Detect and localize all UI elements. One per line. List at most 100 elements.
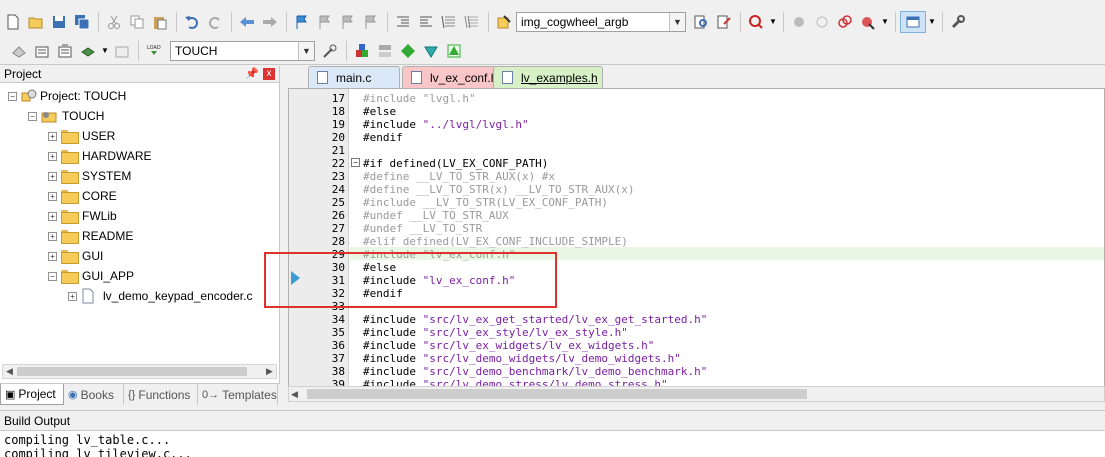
line-number: 22 <box>331 157 345 170</box>
tab-books[interactable]: ◉ Books <box>64 384 124 405</box>
copy-icon[interactable] <box>126 11 148 33</box>
collapse-icon[interactable]: − <box>48 271 57 281</box>
redo-icon[interactable] <box>204 11 226 33</box>
chevron-down-icon[interactable]: ▼ <box>298 41 314 60</box>
download-icon[interactable]: LOAD <box>143 40 165 62</box>
undo-icon[interactable] <box>181 11 203 33</box>
stop-build-icon[interactable] <box>111 40 133 62</box>
project-panel: Project 📌 x − Project: TOUCH − TOUCH + U… <box>0 66 280 407</box>
paste-icon[interactable] <box>149 11 171 33</box>
build-target-combo[interactable]: TOUCH ▼ <box>170 40 315 61</box>
bookmark-next-icon[interactable] <box>337 11 359 33</box>
tree-item-group[interactable]: + GUI <box>48 246 103 266</box>
find-in-files-icon[interactable] <box>493 11 515 33</box>
save-all-icon[interactable] <box>71 11 93 33</box>
project-panel-header: Project 📌 x <box>0 66 279 83</box>
batch-build-icon[interactable] <box>77 40 99 62</box>
rte-icon[interactable] <box>420 40 442 62</box>
tree-label: HARDWARE <box>82 149 152 163</box>
scroll-thumb[interactable] <box>17 367 247 376</box>
tree-item-group[interactable]: − GUI_APP <box>48 266 134 286</box>
expand-icon[interactable]: + <box>48 231 57 241</box>
scroll-thumb[interactable] <box>307 389 807 399</box>
save-icon[interactable] <box>48 11 70 33</box>
folder-icon <box>61 150 79 164</box>
expand-icon[interactable]: + <box>48 191 57 201</box>
nav-back-icon[interactable] <box>236 11 258 33</box>
open-folder-icon[interactable] <box>25 11 47 33</box>
build-output-console[interactable]: compiling lv_table.c... compiling lv_til… <box>0 430 1105 457</box>
expand-icon[interactable]: + <box>48 151 57 161</box>
bookmark-icon[interactable] <box>291 11 313 33</box>
chevron-down-icon[interactable]: ▼ <box>669 12 685 31</box>
find-icon[interactable] <box>690 11 712 33</box>
scroll-left-icon[interactable]: ◀ <box>3 365 16 378</box>
batch-dropdown-icon[interactable]: ▼ <box>100 40 110 62</box>
tab-lv-examples-h[interactable]: lv_examples.h <box>493 66 603 88</box>
breakpoint-icon[interactable] <box>788 11 810 33</box>
scroll-right-icon[interactable]: ▶ <box>263 365 276 378</box>
editor-horizontal-scrollbar[interactable]: ◀ <box>288 386 1105 402</box>
tree-item-group[interactable]: + USER <box>48 126 115 146</box>
breakpoint-options-icon[interactable] <box>857 11 879 33</box>
translate-icon[interactable] <box>8 40 30 62</box>
breakpoint-dropdown-icon[interactable]: ▼ <box>880 11 890 33</box>
build-target-value: TOUCH <box>175 43 218 58</box>
collapse-icon[interactable]: − <box>8 91 17 101</box>
tab-functions[interactable]: {} Functions <box>124 384 198 405</box>
expand-icon[interactable]: + <box>48 251 57 261</box>
bookmark-prev-icon[interactable] <box>314 11 336 33</box>
nav-forward-icon[interactable] <box>259 11 281 33</box>
tab-project[interactable]: ▣ Project <box>0 384 64 405</box>
scroll-left-icon[interactable]: ◀ <box>291 387 298 401</box>
target-options-icon[interactable] <box>319 40 341 62</box>
tree-item-group[interactable]: + CORE <box>48 186 117 206</box>
fold-icon[interactable]: − <box>351 158 360 167</box>
bookmark-clear-icon[interactable] <box>360 11 382 33</box>
cut-icon[interactable] <box>103 11 125 33</box>
manage-components-icon[interactable] <box>351 40 373 62</box>
expand-icon[interactable]: + <box>48 211 57 221</box>
tree-item-group[interactable]: + FWLib <box>48 206 117 226</box>
build-icon[interactable] <box>31 40 53 62</box>
uncomment-icon[interactable] <box>461 11 483 33</box>
configure-icon[interactable] <box>947 11 969 33</box>
debug-icon[interactable] <box>745 11 767 33</box>
window-layout-icon[interactable] <box>900 10 926 33</box>
tab-templates[interactable]: 0→ Templates <box>198 384 278 405</box>
code-editor[interactable]: 17 #include "lvgl.h" 18 #else 19 #includ… <box>288 88 1105 387</box>
pack-installer-icon[interactable] <box>374 40 396 62</box>
tree-item-group[interactable]: + README <box>48 226 133 246</box>
tab-main-c[interactable]: main.c <box>308 66 400 88</box>
line-number: 17 <box>331 92 345 105</box>
breakpoint-kill-icon[interactable] <box>834 11 856 33</box>
breakpoint-disable-icon[interactable] <box>811 11 833 33</box>
collapse-icon[interactable]: − <box>28 111 37 121</box>
rebuild-icon[interactable] <box>54 40 76 62</box>
close-icon[interactable]: x <box>263 68 275 80</box>
tree-item-target[interactable]: − TOUCH <box>28 106 104 126</box>
expand-icon[interactable]: + <box>68 291 77 301</box>
expand-icon[interactable]: + <box>48 171 57 181</box>
select-packs-icon[interactable] <box>397 40 419 62</box>
new-file-icon[interactable] <box>2 11 24 33</box>
code-line: #undef __LV_TO_STR_AUX <box>363 209 509 222</box>
tree-item-group[interactable]: + HARDWARE <box>48 146 152 166</box>
tree-item-project[interactable]: − Project: TOUCH <box>8 86 126 106</box>
code-line: #undef __LV_TO_STR <box>363 222 483 235</box>
expand-icon[interactable]: + <box>48 131 57 141</box>
pin-icon[interactable]: 📌 <box>245 67 259 80</box>
build-output-title: Build Output <box>4 413 71 428</box>
debug-dropdown-icon[interactable]: ▼ <box>768 11 778 33</box>
browse-icon[interactable] <box>713 11 735 33</box>
project-tree-scrollbar[interactable]: ◀ ▶ <box>2 364 277 379</box>
unindent-icon[interactable] <box>415 11 437 33</box>
tree-item-group[interactable]: + SYSTEM <box>48 166 131 186</box>
indent-icon[interactable] <box>392 11 414 33</box>
line-number: 38 <box>331 365 345 378</box>
target-combo[interactable]: img_cogwheel_argb ▼ <box>516 11 686 32</box>
window-layout-dropdown-icon[interactable]: ▼ <box>927 11 937 33</box>
pack-manager-icon[interactable] <box>443 40 465 62</box>
tree-item-file[interactable]: + lv_demo_keypad_encoder.c <box>68 286 252 306</box>
comment-icon[interactable] <box>438 11 460 33</box>
